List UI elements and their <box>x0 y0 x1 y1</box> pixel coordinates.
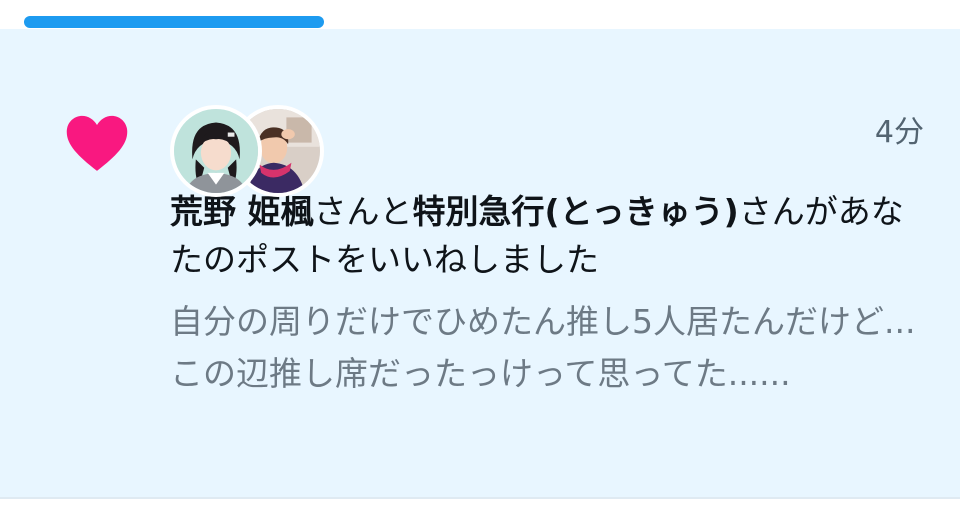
timestamp: 4分 <box>874 115 924 150</box>
actor-name-1[interactable]: 荒野 姫楓 <box>170 192 314 231</box>
connector-text: さんと <box>313 192 413 231</box>
avatar-group <box>170 105 330 201</box>
avatar-hime-image <box>174 109 258 193</box>
progress-bar <box>24 16 934 28</box>
avatar-hime[interactable] <box>170 105 262 197</box>
progress-fill <box>24 16 325 28</box>
heart-icon <box>66 115 128 171</box>
actor-name-2[interactable]: 特別急行(とっきゅう) <box>413 192 739 231</box>
post-preview[interactable]: 自分の周りだけでひめたん推し5人居たんだけど... この辺推し席だったっけって思… <box>170 296 930 400</box>
notification-headline: 荒野 姫楓さんと特別急行(とっきゅう)さんがあなたのポストをいいねしました <box>170 188 910 284</box>
